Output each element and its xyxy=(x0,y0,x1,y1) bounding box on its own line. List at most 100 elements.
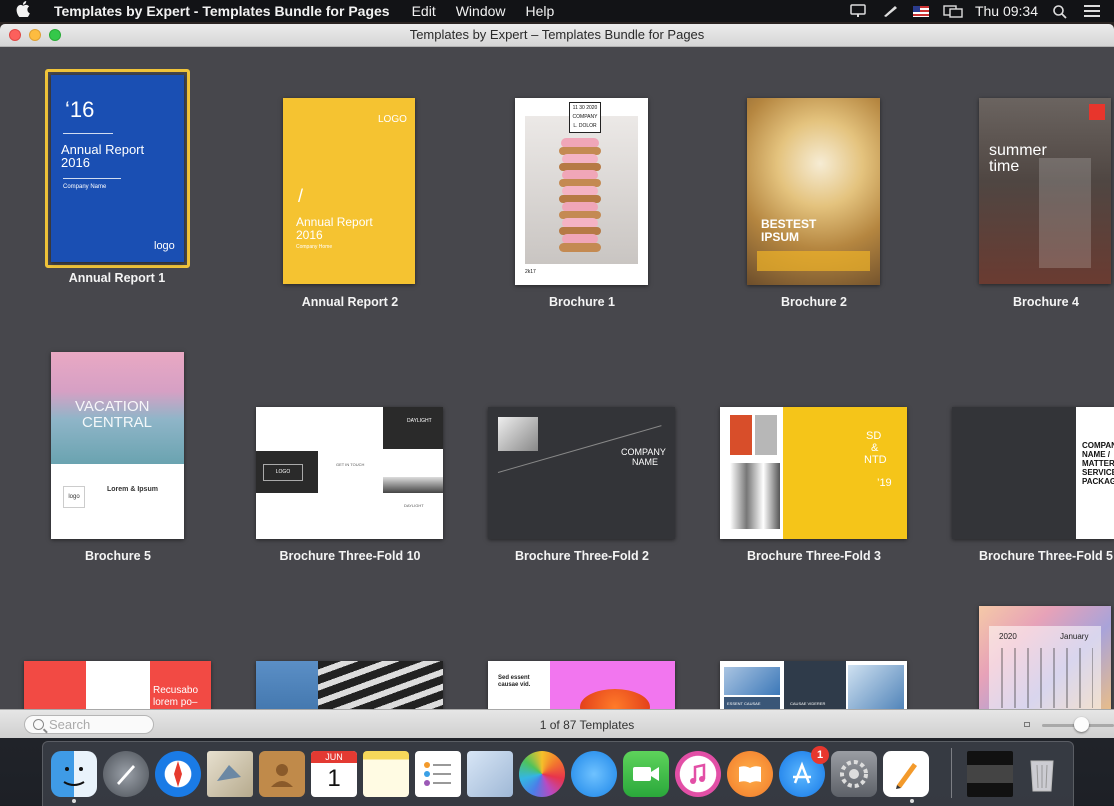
template-name[interactable]: Brochure Three-Fold 10 xyxy=(250,549,450,563)
thumb-text: causae vid. xyxy=(498,682,531,688)
template-name[interactable]: Brochure 5 xyxy=(18,549,218,563)
thumb-text: MATTER xyxy=(1082,459,1114,468)
thumb-text: / xyxy=(298,186,304,206)
thumbnail-brochure-three-fold-3[interactable]: SD & NTD ’19 xyxy=(720,407,907,539)
itunes-icon[interactable] xyxy=(675,751,721,797)
pages-running-dot xyxy=(910,799,914,803)
thumb-text: Sed essent xyxy=(498,675,530,681)
thumb-text: January xyxy=(1060,632,1089,641)
notification-list-icon[interactable] xyxy=(1084,5,1100,17)
window-menu[interactable]: Window xyxy=(456,3,506,19)
app-name-menu[interactable]: Templates by Expert - Templates Bundle f… xyxy=(54,3,390,19)
thumbnail-brochure-5[interactable]: VACATION CENTRAL logo Lorem & Ipsum xyxy=(51,352,184,539)
thumbnail-brochure-three-fold-10[interactable]: DAYLIGHT LOGO GET IN TOUCH DAYLIGHT xyxy=(256,407,443,539)
trash-icon[interactable] xyxy=(1019,751,1065,797)
safari-icon[interactable] xyxy=(155,751,201,797)
calendar-icon[interactable]: JUN 1 xyxy=(311,751,357,797)
thumbnail-row3-5[interactable]: 2020 January xyxy=(979,606,1111,721)
thumbnail-annual-report-1[interactable]: ‘16 Annual Report 2016 Company Name logo xyxy=(51,75,184,262)
thumb-text: ‘16 xyxy=(65,97,95,122)
thumb-text: VACATION xyxy=(75,398,150,415)
display-mirror-icon[interactable] xyxy=(943,4,963,18)
calendar-month: JUN xyxy=(311,751,357,763)
thumb-text: Company Name xyxy=(63,184,107,190)
thumbnail-brochure-4[interactable]: summer time xyxy=(979,98,1111,284)
zoom-window-button[interactable] xyxy=(49,29,61,41)
spotlight-search-icon[interactable] xyxy=(1052,4,1070,19)
finder-icon[interactable] xyxy=(51,751,97,797)
thumb-text: 2016 xyxy=(296,228,323,242)
template-name[interactable]: Brochure 1 xyxy=(482,295,682,309)
photos-icon[interactable] xyxy=(519,751,565,797)
thumbnail-brochure-2[interactable]: BESTEST IPSUM xyxy=(747,98,880,285)
thumb-text: BESTEST xyxy=(761,217,817,231)
thumb-text: PACKAGE xyxy=(1082,477,1114,486)
thumb-text: Annual Report xyxy=(296,215,373,229)
app-store-badge: 1 xyxy=(811,746,829,764)
clock[interactable]: Thu 09:34 xyxy=(975,3,1038,19)
close-window-button[interactable] xyxy=(9,29,21,41)
thumb-text: 11 30 2020 xyxy=(572,105,598,111)
template-name[interactable]: Brochure Three-Fold 2 xyxy=(482,549,682,563)
thumb-text: NTD xyxy=(864,454,887,466)
reminders-icon[interactable] xyxy=(415,751,461,797)
thumbnail-brochure-three-fold-2[interactable]: COMPANY NAME xyxy=(488,407,675,539)
thumbnail-annual-report-2[interactable]: LOGO / Annual Report 2016 Company Home xyxy=(283,98,415,284)
thumb-text: ESSENT CAUSAE xyxy=(727,701,761,706)
mail-icon[interactable] xyxy=(207,751,253,797)
screenshot-stack-icon[interactable] xyxy=(967,751,1013,797)
menu-bar: Templates by Expert - Templates Bundle f… xyxy=(0,0,1114,22)
thumb-text: IPSUM xyxy=(761,230,800,244)
preview-icon[interactable] xyxy=(467,751,513,797)
thumbnail-brochure-three-fold-5[interactable]: COMPANY NAME / MATTER SERVICE PACKAGE xyxy=(952,407,1114,539)
thumb-text: ’19 xyxy=(877,477,892,489)
thumb-text: DAYLIGHT xyxy=(404,503,424,508)
zoom-small-icon xyxy=(1024,722,1030,727)
help-menu[interactable]: Help xyxy=(526,3,555,19)
app-store-icon[interactable]: 1 xyxy=(779,746,829,797)
template-name[interactable]: Brochure 2 xyxy=(714,295,914,309)
facetime-icon[interactable] xyxy=(623,751,669,797)
thumb-text: GET IN TOUCH xyxy=(336,462,365,467)
thumb-text: logo xyxy=(154,240,175,252)
thumb-text: Company Home xyxy=(296,244,333,250)
app-window: Templates by Expert – Templates Bundle f… xyxy=(0,24,1114,738)
template-name[interactable]: Brochure Three-Fold 5 xyxy=(946,549,1114,563)
notes-icon[interactable] xyxy=(363,751,409,797)
thumb-text: 2k17 xyxy=(525,269,536,275)
edit-menu[interactable]: Edit xyxy=(412,3,436,19)
thumb-text: & xyxy=(871,442,879,454)
dock-separator xyxy=(951,748,952,798)
thumb-text: SD xyxy=(866,430,882,442)
thumb-text: 2020 xyxy=(999,632,1017,641)
minimize-window-button[interactable] xyxy=(29,29,41,41)
template-name[interactable]: Brochure 4 xyxy=(946,295,1114,309)
window-titlebar[interactable]: Templates by Expert – Templates Bundle f… xyxy=(0,24,1114,47)
template-count: 1 of 87 Templates xyxy=(539,718,635,732)
thumb-text: LOGO xyxy=(378,114,407,125)
thumb-text: COMPANY xyxy=(621,447,666,457)
thumb-text: NAME xyxy=(632,457,659,467)
launchpad-icon[interactable] xyxy=(103,751,149,797)
thumb-text: time xyxy=(989,158,1020,175)
thumb-text: COMPANY xyxy=(572,114,598,120)
pen-tool-icon[interactable] xyxy=(881,4,899,18)
messages-icon[interactable] xyxy=(571,751,617,797)
template-name[interactable]: Annual Report 1 xyxy=(17,271,217,285)
thumb-text: L. DOLOR xyxy=(573,123,597,129)
thumb-text: SERVICE xyxy=(1082,468,1114,477)
thumb-text: LOGO xyxy=(263,464,303,481)
thumb-text: COMPANY xyxy=(1082,441,1114,450)
template-name[interactable]: Brochure Three-Fold 3 xyxy=(714,549,914,563)
input-source-flag-icon[interactable] xyxy=(912,5,929,17)
thumb-text: Lorem & Ipsum xyxy=(107,486,158,493)
notification-center-icon[interactable] xyxy=(849,4,867,18)
pages-icon[interactable] xyxy=(883,751,929,797)
contacts-icon[interactable] xyxy=(259,751,305,797)
thumbnail-brochure-1[interactable]: 11 30 2020 COMPANY L. DOLOR 2k17 xyxy=(515,98,648,285)
zoom-slider-knob[interactable] xyxy=(1074,717,1090,732)
apple-menu-icon[interactable] xyxy=(14,1,32,21)
ibooks-icon[interactable] xyxy=(727,751,773,797)
template-name[interactable]: Annual Report 2 xyxy=(250,295,450,309)
system-preferences-icon[interactable] xyxy=(831,751,877,797)
